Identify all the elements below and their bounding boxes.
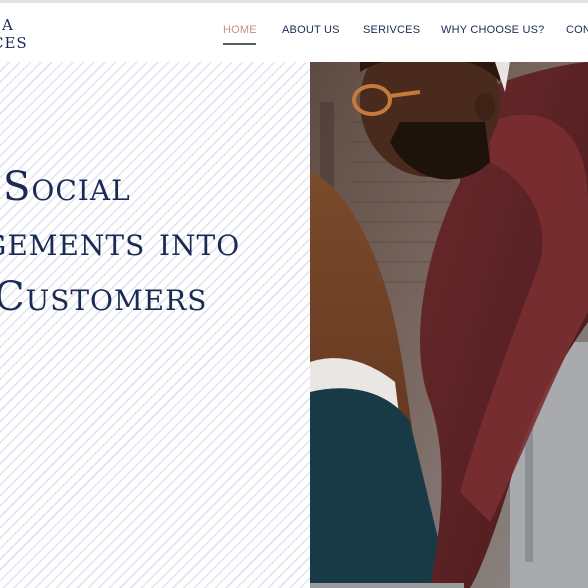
people-working-photo-icon (310, 62, 588, 588)
hero-headline-line-3: Customers (0, 274, 208, 320)
nav-item-why-choose-us[interactable]: WHY CHOOSE US? (441, 24, 544, 36)
nav-item-about-us[interactable]: ABOUT US (282, 24, 340, 36)
hero-headline-line-1: Social (3, 164, 131, 210)
image-scrollbar[interactable] (310, 583, 464, 588)
nav-active-underline (223, 43, 256, 45)
nav-item-home[interactable]: HOME (223, 24, 257, 36)
hero-headline-line-2: gements into (0, 219, 241, 265)
nav-item-services[interactable]: SERIVCES (363, 24, 420, 36)
main-nav: HOME ABOUT US SERIVCES WHY CHOOSE US? CO… (0, 3, 588, 62)
nav-item-contact[interactable]: CON (566, 24, 588, 36)
site-header: A CES HOME ABOUT US SERIVCES WHY CHOOSE … (0, 3, 588, 62)
hero-text-panel: Social gements into Customers (0, 62, 310, 588)
hero-photo (310, 62, 588, 588)
